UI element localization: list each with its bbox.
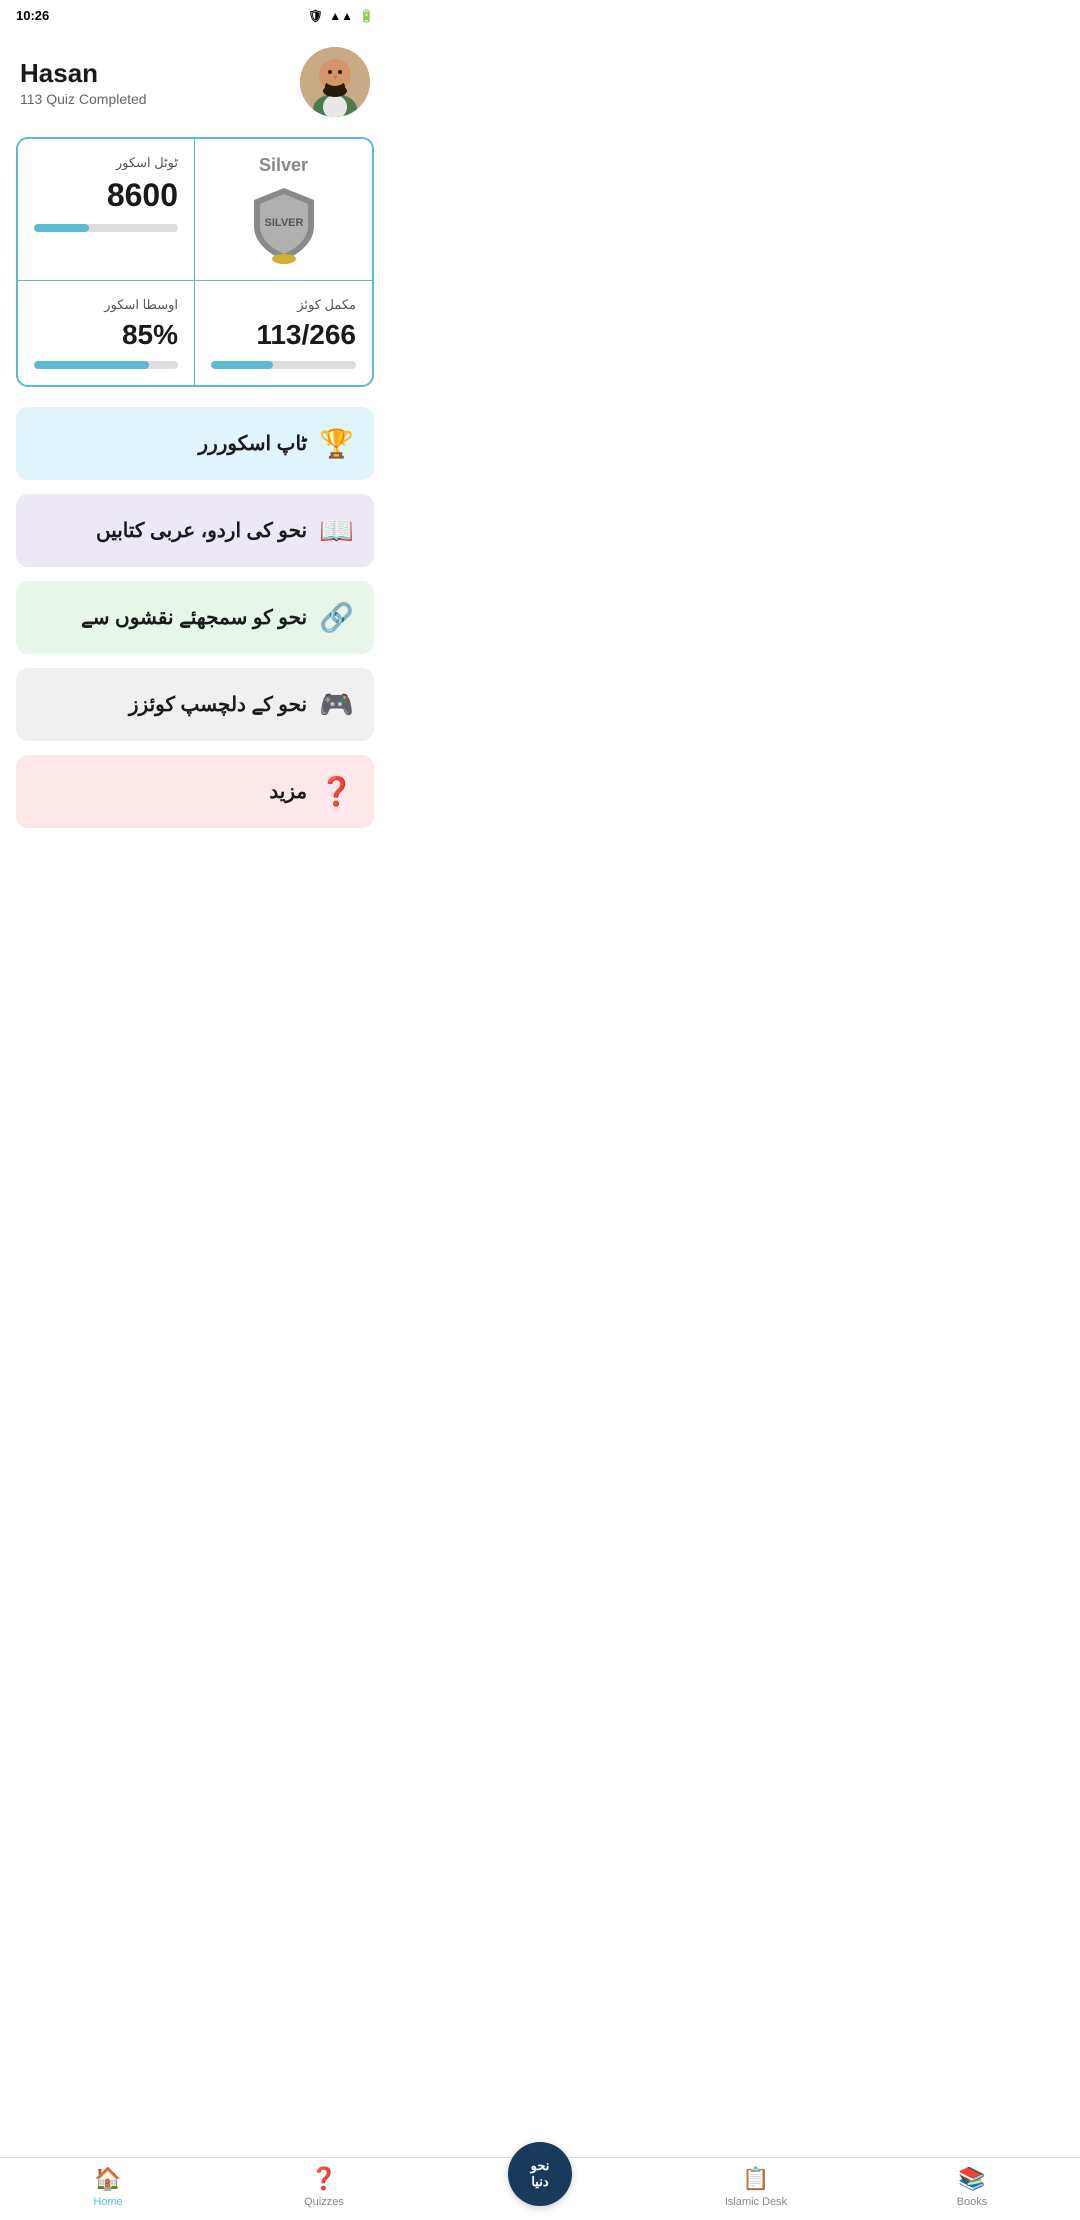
diagrams-card[interactable]: نحو کو سمجھئے نقشوں سے 🔗 (16, 581, 374, 654)
quizzes-nav-icon: ❓ (310, 2166, 337, 2192)
avatar (300, 47, 370, 117)
quiz-completed-subtitle: 113 Quiz Completed (20, 91, 147, 107)
islamic-desk-label: Islamic Desk (725, 2196, 787, 2208)
header-text: Hasan 113 Quiz Completed (20, 58, 147, 107)
more-icon: ❓ (319, 775, 354, 808)
avg-score-cell: اوسطا اسکور 85% (18, 281, 195, 385)
total-score-cell: ٹوٹل اسکور 8600 (18, 139, 195, 281)
stats-grid: ٹوٹل اسکور 8600 Silver SILVER (16, 137, 374, 387)
books-card[interactable]: نحو کی اردو، عربی کتابیں 📖 (16, 494, 374, 567)
battery-icon: 🔋 (359, 9, 374, 23)
quizzes-nav-label: Quizzes (304, 2196, 344, 2208)
nav-center[interactable]: نحودنیا (432, 2142, 648, 2208)
more-card[interactable]: مزید ❓ (16, 755, 374, 828)
completed-quiz-label: مکمل کوئز (297, 297, 356, 313)
center-circle[interactable]: نحودنیا (508, 2142, 572, 2206)
trophy-icon: 🏆 (319, 427, 354, 460)
completed-quiz-progress-fill (211, 361, 273, 369)
status-icons: 🛡 ▲▲ 🔋 (308, 9, 374, 23)
diagrams-text: نحو کو سمجھئے نقشوں سے (81, 605, 307, 630)
status-bar: 10:26 🛡 ▲▲ 🔋 (0, 0, 390, 31)
nav-books[interactable]: 📚 Books (864, 2166, 1080, 2208)
nav-quizzes[interactable]: ❓ Quizzes (216, 2166, 432, 2208)
completed-quiz-progress-bg (211, 361, 356, 369)
badge-cell: Silver SILVER (195, 139, 372, 281)
nav-islamic-desk[interactable]: 📋 Islamic Desk (648, 2166, 864, 2208)
nav-home[interactable]: 🏠 Home (0, 2166, 216, 2208)
menu-section: ٹاپ اسکوررر 🏆 نحو کی اردو، عربی کتابیں 📖… (16, 407, 374, 828)
completed-quiz-cell: مکمل کوئز 113/266 (195, 281, 372, 385)
completed-quiz-value: 113/266 (256, 319, 356, 351)
books-nav-icon: 📚 (958, 2166, 985, 2192)
books-text: نحو کی اردو، عربی کتابیں (96, 518, 307, 543)
total-score-progress-bg (34, 224, 178, 232)
home-label: Home (93, 2196, 122, 2208)
top-scorers-card[interactable]: ٹاپ اسکوررر 🏆 (16, 407, 374, 480)
bottom-nav: 🏠 Home ❓ Quizzes نحودنیا 📋 Islamic Desk … (0, 2157, 1080, 2220)
total-score-progress-fill (34, 224, 89, 232)
more-text: مزید (269, 779, 307, 804)
quiz-icon: 🎮 (319, 688, 354, 721)
center-logo-text: نحودنیا (531, 2158, 550, 2189)
islamic-desk-icon: 📋 (742, 2166, 769, 2192)
status-time: 10:26 (16, 8, 49, 23)
silver-badge-icon: SILVER (244, 184, 324, 264)
total-score-label: ٹوٹل اسکور (116, 155, 178, 171)
badge-container: Silver SILVER (244, 155, 324, 264)
avg-score-progress-bg (34, 361, 178, 369)
books-nav-label: Books (957, 2196, 988, 2208)
svg-text:SILVER: SILVER (264, 217, 303, 229)
avg-score-label: اوسطا اسکور (104, 297, 178, 313)
header: Hasan 113 Quiz Completed (0, 31, 390, 137)
home-icon: 🏠 (94, 2166, 121, 2192)
interesting-quizzes-text: نحو کے دلچسپ کوئزز (129, 692, 307, 717)
diagram-icon: 🔗 (319, 601, 354, 634)
shield-icon: 🛡 (308, 9, 323, 23)
total-score-value: 8600 (107, 177, 178, 214)
signal-icon: ▲▲ (329, 9, 353, 23)
avg-score-progress-fill (34, 361, 149, 369)
avg-score-value: 85% (122, 319, 178, 351)
book-icon: 📖 (319, 514, 354, 547)
username: Hasan (20, 58, 147, 89)
top-scorers-text: ٹاپ اسکوررر (198, 431, 307, 456)
badge-label: Silver (259, 155, 308, 176)
interesting-quizzes-card[interactable]: نحو کے دلچسپ کوئزز 🎮 (16, 668, 374, 741)
